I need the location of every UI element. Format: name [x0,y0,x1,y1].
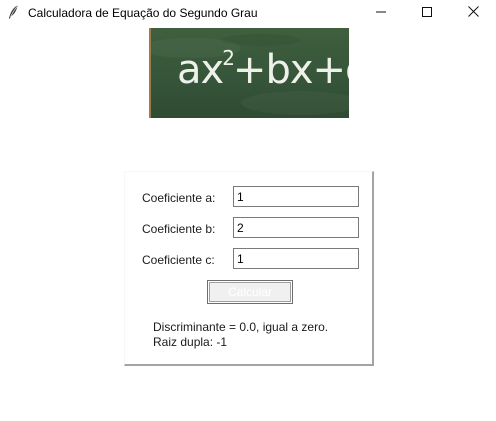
close-button[interactable] [450,0,496,26]
window-title: Calculadora de Equação do Segundo Grau [28,6,258,20]
maximize-button[interactable] [404,0,450,26]
formula-base: ax [177,47,224,93]
coefficient-c-label: Coeficiente c: [142,253,215,267]
title-bar: Calculadora de Equação do Segundo Grau [0,0,496,26]
quadratic-formula: ax2+bx+c=0 [177,48,349,90]
coefficient-a-input[interactable] [233,186,359,207]
minimize-icon [376,4,386,22]
close-icon [467,4,479,22]
feather-icon [5,4,21,20]
calculator-panel: Coeficiente a: Coeficiente b: Coeficient… [124,171,374,366]
calculate-button[interactable]: Calcular [207,280,293,304]
result-root: Raiz dupla: -1 [153,335,228,349]
result-discriminant: Discriminante = 0.0, igual a zero. [153,320,329,334]
coefficient-b-input[interactable] [233,217,359,238]
minimize-button[interactable] [358,0,404,26]
coefficient-a-label: Coeficiente a: [142,191,216,205]
coefficient-b-label: Coeficiente b: [142,222,216,236]
coefficient-c-input[interactable] [233,248,359,269]
maximize-icon [422,4,432,22]
formula-rest: +bx+c=0 [232,47,349,93]
formula-banner-image: ax2+bx+c=0 [149,28,349,118]
